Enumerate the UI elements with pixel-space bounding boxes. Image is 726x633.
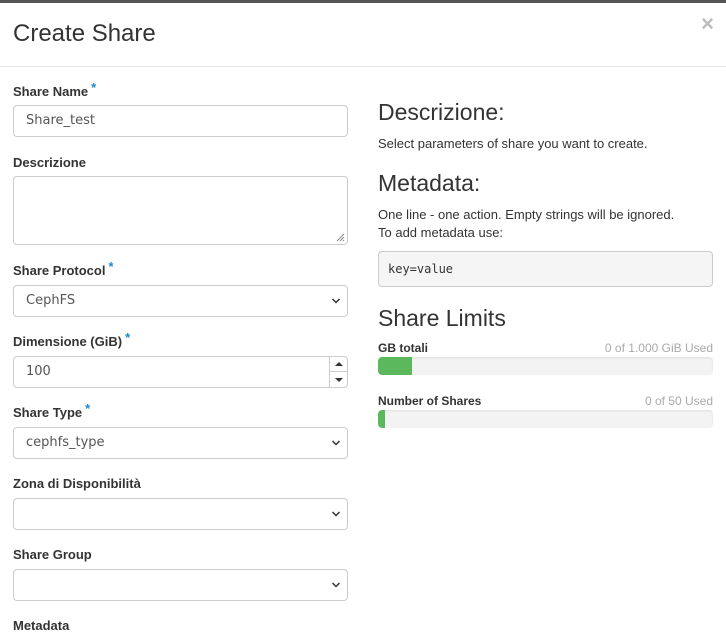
gb-limit-used: 0 of 1.000 GiB Used (604, 341, 713, 355)
availability-zone-select[interactable] (13, 498, 348, 530)
metadata-help-heading: Metadata: (378, 170, 481, 196)
share-group-label: Share Group (13, 547, 92, 562)
size-value: 100 (26, 364, 51, 379)
gb-limit-progress-fill (378, 357, 412, 375)
availability-zone-label: Zona di Disponibilità (13, 476, 141, 491)
description-help-text: Select parameters of share you want to c… (378, 136, 648, 151)
spin-down-button[interactable] (330, 372, 347, 387)
metadata-help-line2: To add metadata use: (378, 225, 504, 240)
share-type-label: Share Type * (13, 401, 90, 420)
description-label-text: Descrizione (13, 155, 86, 170)
description-textarea[interactable] (13, 176, 348, 245)
close-icon[interactable]: × (701, 13, 714, 35)
size-spinner (329, 357, 347, 387)
share-protocol-label-text: Share Protocol (13, 263, 106, 278)
modal-header: Create Share × (0, 3, 726, 67)
share-limits-heading: Share Limits (378, 305, 506, 331)
required-marker: * (125, 330, 131, 345)
metadata-help-line1: One line - one action. Empty strings wil… (378, 207, 675, 222)
modal-title: Create Share (13, 20, 156, 47)
resize-grip-icon[interactable] (336, 233, 345, 242)
chevron-up-icon (334, 362, 343, 366)
share-protocol-value: CephFS (26, 293, 76, 308)
chevron-down-icon (334, 377, 343, 382)
availability-zone-label-text: Zona di Disponibilità (13, 476, 141, 491)
share-type-select[interactable]: cephfs_type (13, 427, 348, 459)
chevron-down-icon (331, 582, 341, 588)
share-group-label-text: Share Group (13, 547, 92, 562)
spin-up-button[interactable] (330, 357, 347, 372)
size-label-text: Dimensione (GiB) (13, 334, 123, 349)
shares-limit-label: Number of Shares (378, 394, 482, 408)
share-group-select[interactable] (13, 569, 348, 601)
metadata-example-code: key=value (378, 251, 713, 287)
share-name-input[interactable]: Share_test (13, 105, 348, 137)
share-type-value: cephfs_type (26, 435, 105, 450)
gb-limit-progress (378, 357, 713, 375)
share-type-label-text: Share Type (13, 405, 83, 420)
size-label: Dimensione (GiB) * (13, 330, 130, 349)
metadata-label: Metadata (13, 618, 69, 633)
size-number-input[interactable]: 100 (13, 356, 348, 388)
shares-limit-progress-fill (378, 410, 385, 428)
metadata-label-text: Metadata (13, 618, 70, 633)
chevron-down-icon (331, 440, 341, 446)
required-marker: * (91, 80, 97, 95)
description-label: Descrizione (13, 155, 86, 170)
description-help-heading: Descrizione: (378, 99, 505, 125)
share-protocol-select[interactable]: CephFS (13, 285, 348, 317)
share-protocol-label: Share Protocol * (13, 259, 114, 278)
chevron-down-icon (331, 511, 341, 517)
required-marker: * (85, 401, 91, 416)
gb-limit-label: GB totali (378, 341, 428, 355)
share-name-label-text: Share Name (13, 84, 89, 99)
chevron-down-icon (331, 298, 341, 304)
shares-limit-progress (378, 410, 713, 428)
required-marker: * (108, 259, 114, 274)
share-name-label: Share Name * (13, 80, 96, 99)
shares-limit-used: 0 of 50 Used (644, 394, 713, 408)
